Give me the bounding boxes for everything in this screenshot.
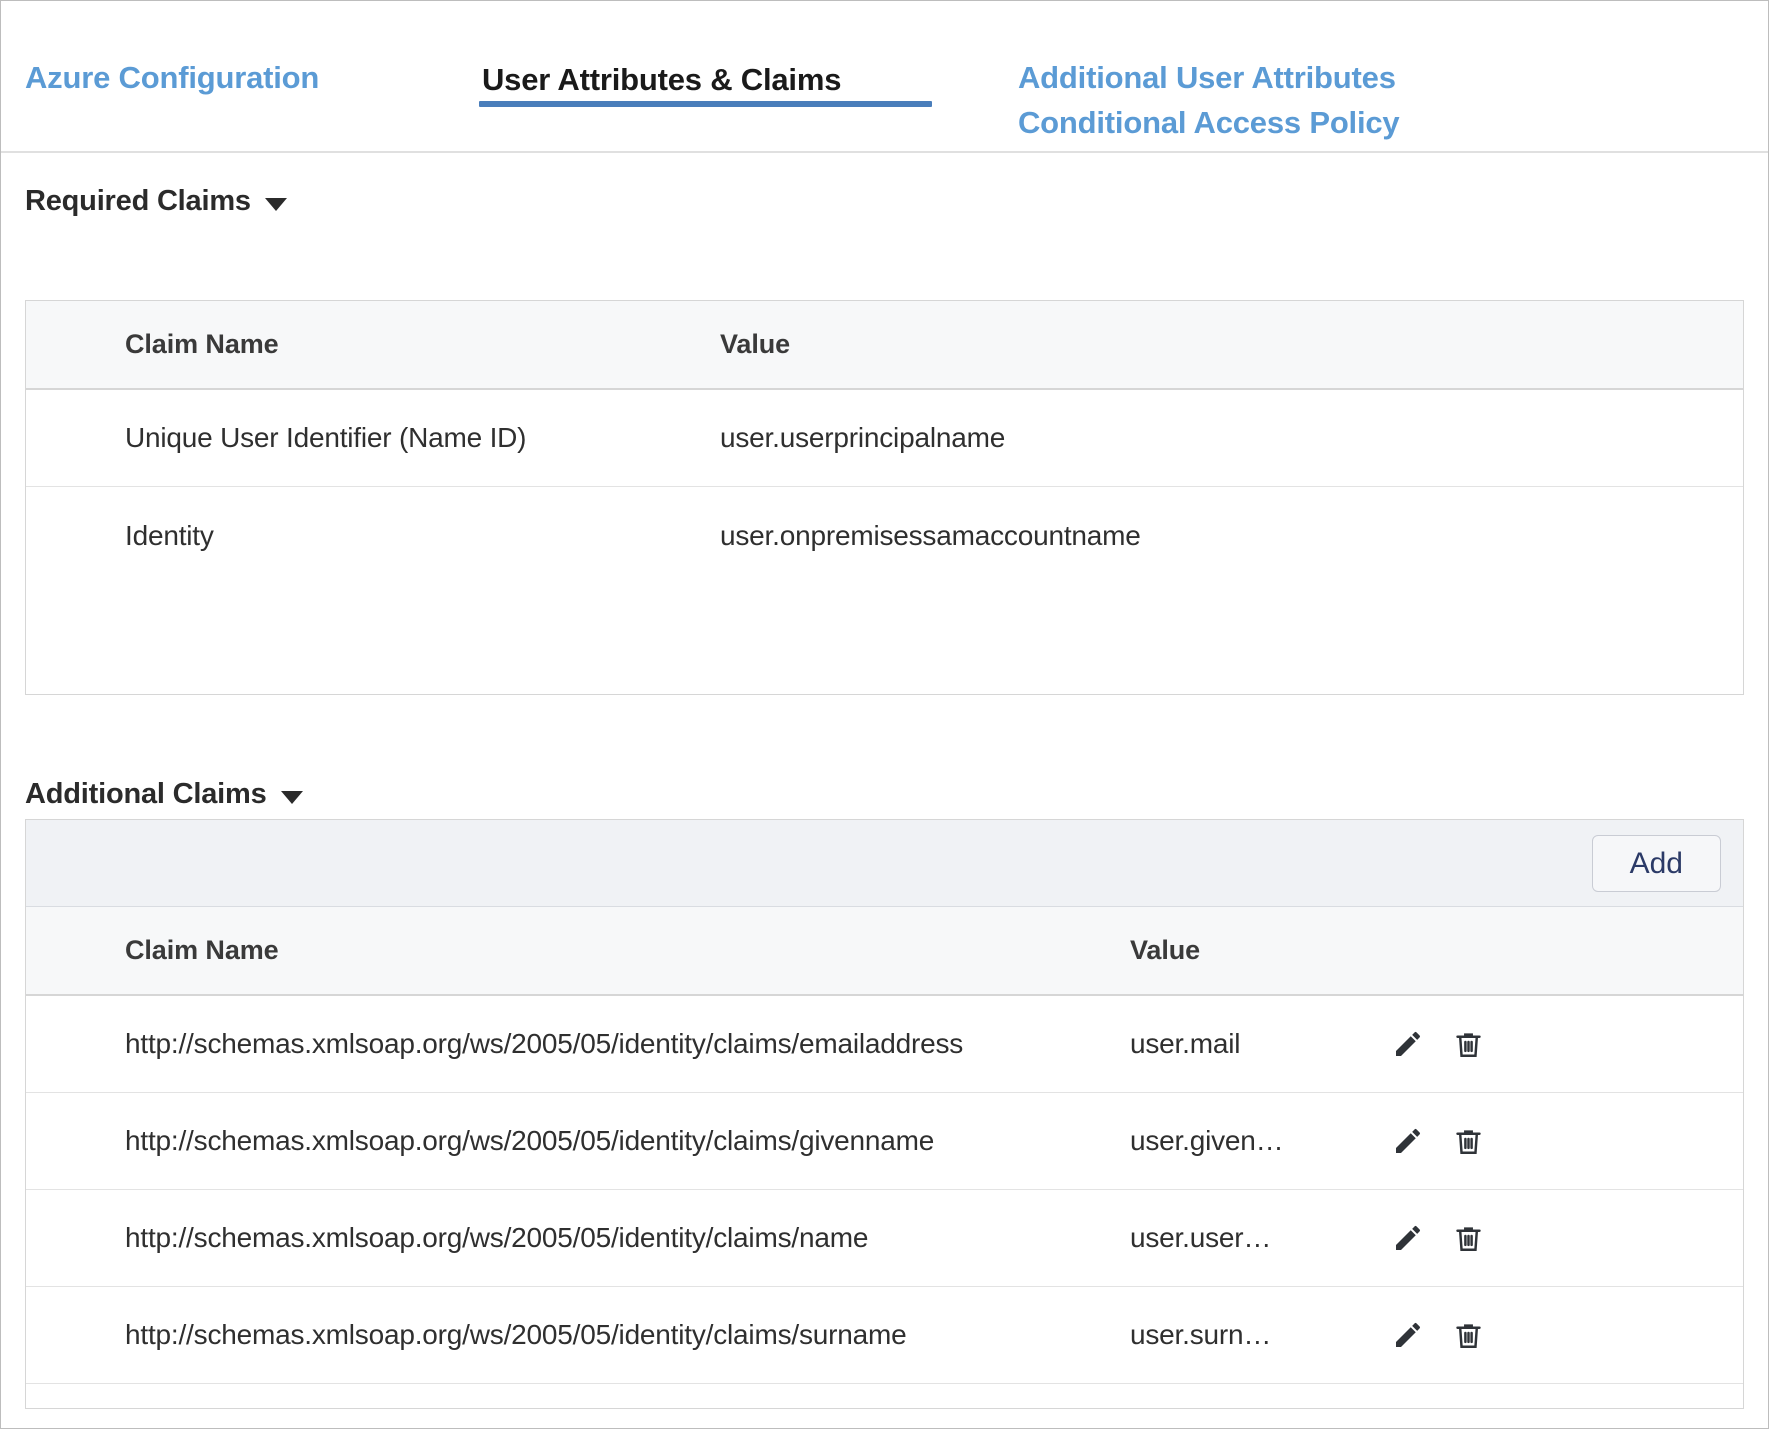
trash-icon[interactable] — [1451, 1124, 1485, 1158]
additional-claims-table: Add Claim Name Value http://schemas.xmls… — [25, 819, 1744, 1409]
column-header-value: Value — [706, 329, 1743, 360]
claim-value-cell: user.given… — [1116, 1125, 1391, 1157]
required-claims-title: Required Claims — [25, 185, 251, 218]
row-actions — [1391, 1027, 1743, 1061]
pencil-icon[interactable] — [1391, 1027, 1425, 1061]
table-row: Identity user.onpremisessamaccountname — [26, 487, 1743, 584]
table-header-row: Claim Name Value — [26, 301, 1743, 390]
claim-value-cell: user.userprincipalname — [706, 422, 1743, 454]
trash-icon[interactable] — [1451, 1027, 1485, 1061]
claim-name-cell: Identity — [26, 520, 706, 552]
claim-name-cell: http://schemas.xmlsoap.org/ws/2005/05/id… — [26, 1028, 1116, 1060]
table-row: http://schemas.xmlsoap.org/ws/2005/05/id… — [26, 996, 1743, 1093]
tab-additional-user-attributes-conditional-access-policy[interactable]: Additional User Attributes Conditional A… — [1018, 56, 1399, 146]
row-actions — [1391, 1318, 1743, 1352]
table-row: Unique User Identifier (Name ID) user.us… — [26, 390, 1743, 487]
claim-name-cell: Unique User Identifier (Name ID) — [26, 422, 706, 454]
chevron-down-icon[interactable] — [281, 791, 303, 804]
required-claims-section-header[interactable]: Required Claims — [25, 185, 287, 218]
pencil-icon[interactable] — [1391, 1221, 1425, 1255]
additional-claims-title: Additional Claims — [25, 778, 267, 811]
claim-value-cell: user.mail — [1116, 1028, 1391, 1060]
claim-value-cell: user.surn… — [1116, 1319, 1391, 1351]
tab-bar: Azure Configuration User Attributes & Cl… — [1, 1, 1768, 153]
table-row: http://schemas.xmlsoap.org/ws/2005/05/id… — [26, 1093, 1743, 1190]
claim-name-cell: http://schemas.xmlsoap.org/ws/2005/05/id… — [26, 1222, 1116, 1254]
claim-name-cell: http://schemas.xmlsoap.org/ws/2005/05/id… — [26, 1319, 1116, 1351]
pencil-icon[interactable] — [1391, 1124, 1425, 1158]
add-claim-button[interactable]: Add — [1592, 835, 1721, 892]
trash-icon[interactable] — [1451, 1221, 1485, 1255]
trash-icon[interactable] — [1451, 1318, 1485, 1352]
required-claims-table: Claim Name Value Unique User Identifier … — [25, 300, 1744, 695]
claim-value-cell: user.user… — [1116, 1222, 1391, 1254]
chevron-down-icon[interactable] — [265, 198, 287, 211]
pencil-icon[interactable] — [1391, 1318, 1425, 1352]
claim-value-cell: user.onpremisessamaccountname — [706, 520, 1743, 552]
user-attributes-claims-page: Azure Configuration User Attributes & Cl… — [0, 0, 1769, 1429]
additional-claims-toolbar: Add — [26, 820, 1743, 907]
tab-user-attributes-and-claims[interactable]: User Attributes & Claims — [482, 58, 841, 103]
tab-active-underline — [479, 101, 932, 107]
row-actions — [1391, 1124, 1743, 1158]
row-actions — [1391, 1221, 1743, 1255]
column-header-value: Value — [1116, 935, 1391, 966]
table-row: http://schemas.xmlsoap.org/ws/2005/05/id… — [26, 1190, 1743, 1287]
additional-claims-section-header[interactable]: Additional Claims — [25, 778, 303, 811]
table-row: http://schemas.xmlsoap.org/ws/2005/05/id… — [26, 1287, 1743, 1384]
column-header-claim-name: Claim Name — [26, 935, 1116, 966]
column-header-claim-name: Claim Name — [26, 329, 706, 360]
table-header-row: Claim Name Value — [26, 907, 1743, 996]
claim-name-cell: http://schemas.xmlsoap.org/ws/2005/05/id… — [26, 1125, 1116, 1157]
tab-azure-configuration[interactable]: Azure Configuration — [25, 56, 319, 101]
